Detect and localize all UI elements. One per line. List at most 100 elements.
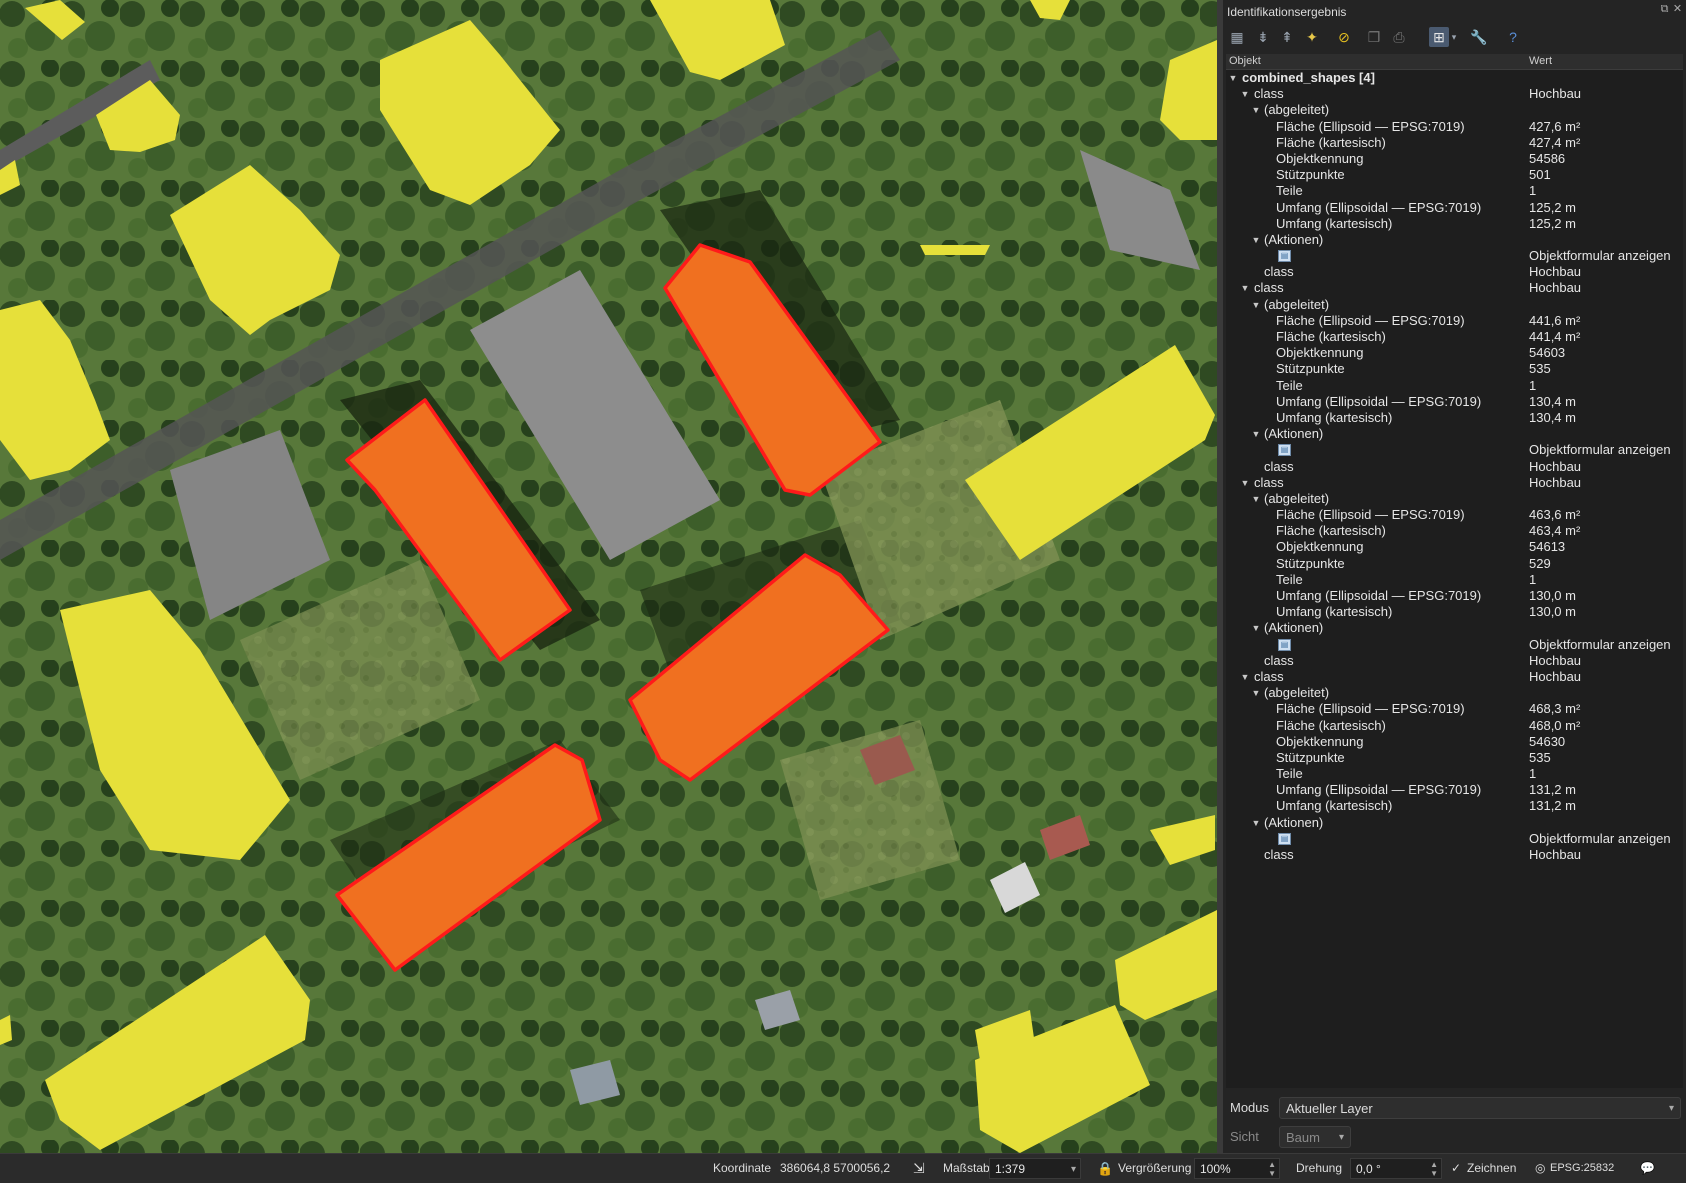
print-icon[interactable]: ⎙ — [1389, 27, 1409, 47]
attribute-row[interactable]: Fläche (Ellipsoid — EPSG:7019) 468,3 m² — [1226, 701, 1683, 717]
attribute-row[interactable]: Stützpunkte 535 — [1226, 361, 1683, 377]
attribute-row[interactable]: Stützpunkte 529 — [1226, 556, 1683, 572]
action-row-value[interactable]: Objektformular anzeigen — [1529, 442, 1671, 458]
expand-all-icon[interactable]: ⇟ — [1253, 27, 1273, 47]
close-panel-icon[interactable]: ✕ — [1672, 4, 1683, 15]
attribute-row[interactable]: Umfang (Ellipsoidal — EPSG:7019) 125,2 m — [1226, 200, 1683, 216]
map-canvas[interactable] — [0, 0, 1217, 1153]
attribute-row[interactable]: Umfang (Ellipsoidal — EPSG:7019) 130,4 m — [1226, 394, 1683, 410]
attribute-row[interactable]: Umfang (kartesisch) 130,4 m — [1226, 410, 1683, 426]
expand-arrow-icon[interactable]: ▼ — [1240, 86, 1250, 102]
feature-row[interactable]: ▼ class Hochbau — [1226, 669, 1683, 685]
coordinate-value[interactable]: 386064,8 5700056,2 — [780, 1154, 890, 1183]
attribute-row[interactable]: Objektkennung 54630 — [1226, 734, 1683, 750]
feature-form-icon[interactable]: ▤ — [1278, 638, 1291, 651]
float-panel-icon[interactable]: ⧉ — [1659, 4, 1670, 15]
action-row[interactable]: ▤ Objektformular anzeigen — [1226, 442, 1683, 458]
actions-group[interactable]: ▼ (Aktionen) — [1226, 426, 1683, 442]
column-header-object[interactable]: Objekt — [1229, 54, 1261, 69]
identify-mode-icon[interactable]: ⊞ — [1429, 27, 1449, 47]
expand-tree-icon[interactable]: ▦ — [1227, 27, 1247, 47]
feature-form-icon[interactable]: ▤ — [1278, 250, 1291, 263]
attribute-row[interactable]: Umfang (Ellipsoidal — EPSG:7019) 131,2 m — [1226, 782, 1683, 798]
action-row-value[interactable]: Objektformular anzeigen — [1529, 831, 1671, 847]
crs-globe-icon[interactable]: ◎ — [1535, 1154, 1545, 1183]
clear-results-icon[interactable]: ⊘ — [1334, 27, 1354, 47]
derived-group[interactable]: ▼ (abgeleitet) — [1226, 297, 1683, 313]
attribute-row[interactable]: Fläche (kartesisch) 468,0 m² — [1226, 718, 1683, 734]
derived-group[interactable]: ▼ (abgeleitet) — [1226, 685, 1683, 701]
feature-form-icon[interactable]: ▤ — [1278, 832, 1291, 845]
action-row[interactable]: ▤ Objektformular anzeigen — [1226, 831, 1683, 847]
attribute-row[interactable]: Umfang (Ellipsoidal — EPSG:7019) 130,0 m — [1226, 588, 1683, 604]
collapse-all-icon[interactable]: ⇞ — [1277, 27, 1297, 47]
expand-arrow-icon[interactable]: ▼ — [1251, 102, 1261, 118]
actions-group[interactable]: ▼ (Aktionen) — [1226, 620, 1683, 636]
action-row[interactable]: ▤ Objektformular anzeigen — [1226, 248, 1683, 264]
attribute-row[interactable]: class Hochbau — [1226, 264, 1683, 280]
attribute-row[interactable]: Umfang (kartesisch) 130,0 m — [1226, 604, 1683, 620]
expand-arrow-icon[interactable]: ▼ — [1251, 491, 1261, 507]
coordinate-toggle-icon[interactable]: ⇲ — [913, 1154, 925, 1183]
expand-arrow-icon[interactable]: ▼ — [1251, 620, 1261, 636]
crs-value[interactable]: EPSG:25832 — [1550, 1154, 1614, 1183]
expand-arrow-icon[interactable]: ▼ — [1240, 475, 1250, 491]
expand-arrow-icon[interactable]: ▼ — [1240, 280, 1250, 296]
attribute-row[interactable]: Objektkennung 54603 — [1226, 345, 1683, 361]
settings-wrench-icon[interactable]: 🔧 — [1469, 27, 1489, 47]
action-row-value[interactable]: Objektformular anzeigen — [1529, 637, 1671, 653]
feature-form-icon[interactable]: ▤ — [1278, 444, 1291, 457]
expand-arrow-icon[interactable]: ▼ — [1251, 232, 1261, 248]
results-tree[interactable]: Objekt Wert ▼ combined_shapes [4] ▼ class… — [1226, 54, 1683, 1088]
mode-select[interactable]: Aktueller Layer ▾ — [1279, 1097, 1681, 1119]
expand-arrow-icon[interactable]: ▼ — [1228, 70, 1238, 86]
actions-group[interactable]: ▼ (Aktionen) — [1226, 815, 1683, 831]
attribute-row[interactable]: Stützpunkte 535 — [1226, 750, 1683, 766]
attribute-row[interactable]: class Hochbau — [1226, 653, 1683, 669]
derived-group[interactable]: ▼ (abgeleitet) — [1226, 491, 1683, 507]
attribute-row[interactable]: Fläche (kartesisch) 463,4 m² — [1226, 523, 1683, 539]
attribute-row[interactable]: Teile 1 — [1226, 183, 1683, 199]
feature-row[interactable]: ▼ class Hochbau — [1226, 475, 1683, 491]
expand-arrow-icon[interactable]: ▼ — [1251, 426, 1261, 442]
lock-scale-icon[interactable]: 🔒 — [1097, 1154, 1113, 1183]
attribute-row[interactable]: Teile 1 — [1226, 766, 1683, 782]
feature-row[interactable]: ▼ class Hochbau — [1226, 86, 1683, 102]
feature-row[interactable]: ▼ class Hochbau — [1226, 280, 1683, 296]
messages-icon[interactable]: 💬 — [1640, 1154, 1655, 1183]
expand-arrow-icon[interactable]: ▼ — [1251, 685, 1261, 701]
attribute-row[interactable]: Teile 1 — [1226, 572, 1683, 588]
attribute-row[interactable]: Fläche (Ellipsoid — EPSG:7019) 427,6 m² — [1226, 119, 1683, 135]
action-row[interactable]: ▤ Objektformular anzeigen — [1226, 637, 1683, 653]
attribute-row[interactable]: Objektkennung 54613 — [1226, 539, 1683, 555]
rotation-input[interactable]: 0,0 ° ▲ ▼ — [1350, 1158, 1442, 1179]
expand-arrow-icon[interactable]: ▼ — [1251, 297, 1261, 313]
copy-icon[interactable]: ❐ — [1364, 27, 1384, 47]
expand-arrow-icon[interactable]: ▼ — [1240, 669, 1250, 685]
attribute-row[interactable]: Stützpunkte 501 — [1226, 167, 1683, 183]
attribute-row[interactable]: Fläche (Ellipsoid — EPSG:7019) 441,6 m² — [1226, 313, 1683, 329]
attribute-row[interactable]: class Hochbau — [1226, 459, 1683, 475]
render-checkbox[interactable]: ✓ — [1451, 1154, 1461, 1183]
column-header-value[interactable]: Wert — [1529, 54, 1552, 69]
derived-group[interactable]: ▼ (abgeleitet) — [1226, 102, 1683, 118]
highlight-icon[interactable]: ✦ — [1302, 27, 1322, 47]
attribute-row[interactable]: Fläche (kartesisch) 441,4 m² — [1226, 329, 1683, 345]
attribute-row[interactable]: Umfang (kartesisch) 125,2 m — [1226, 216, 1683, 232]
attribute-row-value: Hochbau — [1529, 847, 1582, 862]
attribute-row[interactable]: Teile 1 — [1226, 378, 1683, 394]
help-icon[interactable]: ? — [1503, 27, 1523, 47]
layer-row[interactable]: ▼ combined_shapes [4] — [1226, 70, 1683, 86]
expand-arrow-icon[interactable]: ▼ — [1251, 815, 1261, 831]
actions-group[interactable]: ▼ (Aktionen) — [1226, 232, 1683, 248]
magnifier-input[interactable]: 100% ▲ ▼ — [1194, 1158, 1280, 1179]
view-select[interactable]: Baum ▾ — [1279, 1126, 1351, 1148]
action-row-value[interactable]: Objektformular anzeigen — [1529, 248, 1671, 264]
attribute-row[interactable]: Fläche (Ellipsoid — EPSG:7019) 463,6 m² — [1226, 507, 1683, 523]
attribute-row[interactable]: class Hochbau — [1226, 847, 1683, 863]
chevron-down-icon[interactable]: ▾ — [1449, 27, 1459, 47]
attribute-row[interactable]: Umfang (kartesisch) 131,2 m — [1226, 798, 1683, 814]
scale-input[interactable]: 1:379 ▾ — [989, 1158, 1081, 1179]
attribute-row[interactable]: Fläche (kartesisch) 427,4 m² — [1226, 135, 1683, 151]
attribute-row[interactable]: Objektkennung 54586 — [1226, 151, 1683, 167]
